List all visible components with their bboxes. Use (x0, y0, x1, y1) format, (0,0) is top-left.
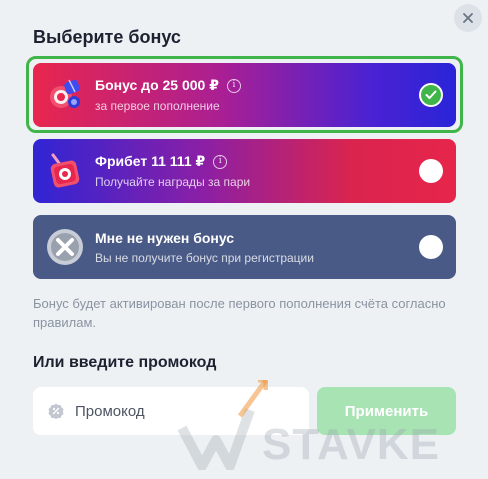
promo-input[interactable] (75, 402, 275, 420)
info-icon[interactable]: i (226, 78, 241, 93)
promo-field[interactable] (33, 387, 309, 435)
radio-unselected[interactable] (419, 235, 443, 259)
no-bonus-icon (47, 229, 83, 265)
gift-box-icon (50, 153, 80, 188)
promo-title: Или введите промокод (33, 354, 217, 371)
modal-title: Выберите бонус (33, 27, 181, 47)
radio-unselected[interactable] (419, 159, 443, 183)
apply-button[interactable]: Применить (317, 387, 456, 435)
bonus-option-none[interactable]: Мне не нужен бонус Вы не получите бонус … (33, 215, 456, 279)
option-title: Фрибет 11 111 ₽ (95, 153, 206, 169)
promo-tag-icon (48, 403, 64, 419)
option-title: Мне не нужен бонус (95, 229, 235, 246)
bonus-note: Бонус будет активирован после первого по… (33, 296, 446, 330)
info-icon[interactable]: i (213, 154, 228, 169)
option-subtitle: за первое пополнение (95, 99, 220, 113)
close-icon (463, 13, 473, 23)
radio-selected[interactable] (419, 83, 443, 107)
bonus-option-freebet[interactable]: Фрибет 11 111 ₽ i Получайте награды за п… (33, 139, 456, 203)
option-subtitle: Получайте награды за пари (95, 175, 251, 189)
option-subtitle: Вы не получите бонус при регистрации (95, 250, 314, 265)
checkmark-icon (425, 90, 437, 99)
chips-gift-icon (50, 79, 80, 108)
bonus-option-deposit[interactable]: Бонус до 25 000 ₽ i за первое пополнение (33, 63, 456, 127)
close-button[interactable] (454, 4, 482, 32)
option-title: Бонус до 25 000 ₽ (95, 77, 219, 93)
